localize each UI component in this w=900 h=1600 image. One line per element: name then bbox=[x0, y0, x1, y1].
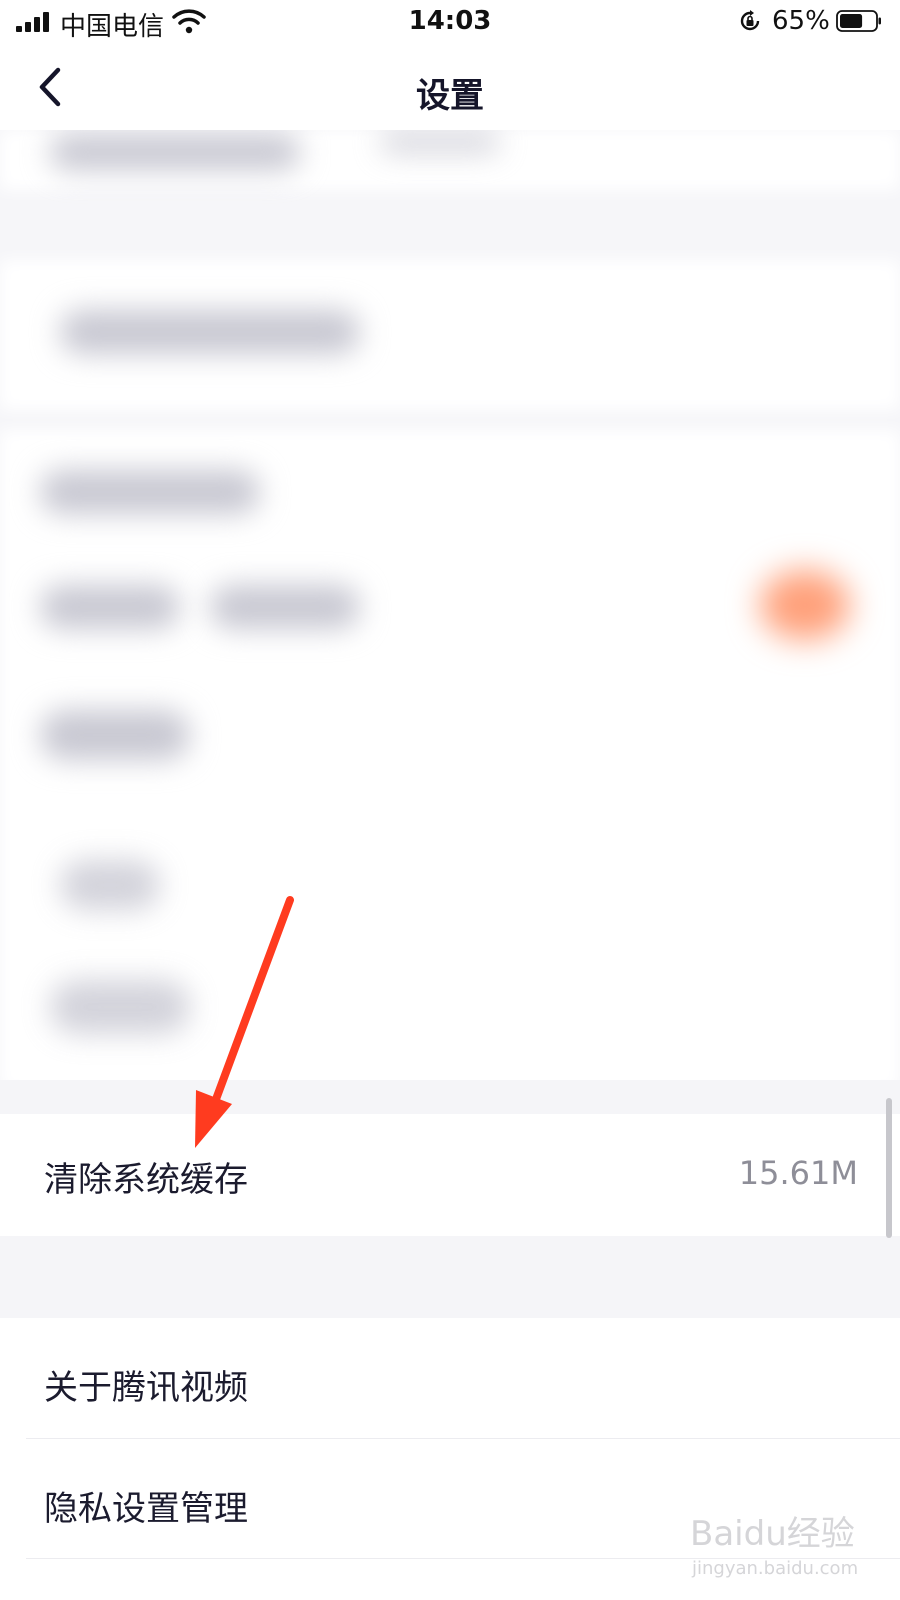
clear-cache-label: 清除系统缓存 bbox=[44, 1160, 248, 1200]
orientation-lock-icon bbox=[740, 10, 760, 31]
clock-time: 14:03 bbox=[408, 6, 492, 36]
page-title: 设置 bbox=[416, 76, 484, 116]
blurred-settings-region bbox=[0, 130, 900, 1100]
scroll-indicator[interactable] bbox=[886, 1098, 892, 1238]
cache-size-value: 15.61M bbox=[738, 1154, 858, 1192]
watermark-url: jingyan.baidu.com bbox=[692, 1558, 859, 1579]
about-label: 关于腾讯视频 bbox=[44, 1368, 248, 1408]
status-bar: 中国电信 14:03 65% bbox=[0, 0, 900, 44]
about-row[interactable]: 关于腾讯视频 bbox=[0, 1318, 900, 1440]
baidu-watermark: Baidu经验 bbox=[690, 1514, 855, 1554]
navigation-bar: 设置 bbox=[0, 44, 900, 130]
battery-icon bbox=[836, 10, 881, 32]
section-separator bbox=[0, 1236, 900, 1318]
privacy-label: 隐私设置管理 bbox=[44, 1489, 248, 1529]
section-separator bbox=[0, 1080, 900, 1114]
clear-cache-row[interactable]: 清除系统缓存 15.61M bbox=[0, 1114, 900, 1236]
battery-percent: 65% bbox=[772, 6, 830, 36]
